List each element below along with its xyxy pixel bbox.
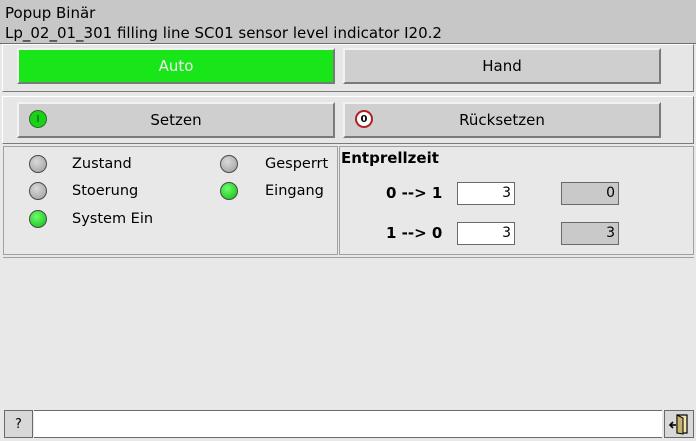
action-panel: I Setzen 0 Rücksetzen: [2, 96, 694, 144]
status-panel: Zustand Stoerung System Ein Gesperrt Ein…: [3, 146, 338, 255]
off-signal-icon: 0: [355, 110, 373, 128]
status-bar: [34, 410, 662, 438]
window-header: Popup Binär Lp_02_01_301 filling line SC…: [0, 0, 696, 44]
transition-label-fall: 1 --> 0: [386, 224, 443, 242]
status-label-gesperrt: Gesperrt: [265, 156, 329, 172]
debounce-rise-actual: 0: [561, 182, 619, 205]
status-led-zustand: [29, 155, 47, 173]
mode-panel: Auto Hand: [2, 44, 694, 92]
status-label-stoerung: Stoerung: [72, 183, 139, 199]
content-area: [3, 257, 694, 407]
status-label-system-ein: System Ein: [72, 211, 154, 227]
exit-button[interactable]: [664, 410, 694, 438]
set-button-label: Setzen: [150, 111, 202, 129]
on-signal-icon: I: [29, 110, 47, 128]
status-label-zustand: Zustand: [72, 156, 132, 172]
status-led-system-ein: [29, 210, 47, 228]
debounce-fall-actual: 3: [561, 222, 619, 245]
exit-door-icon: [668, 414, 688, 435]
window-title: Popup Binär: [5, 4, 96, 22]
debounce-title: Entprellzeit: [341, 149, 439, 167]
status-led-stoerung: [29, 182, 47, 200]
reset-button[interactable]: 0 Rücksetzen: [343, 102, 661, 138]
hand-button[interactable]: Hand: [343, 48, 661, 84]
status-label-eingang: Eingang: [265, 183, 324, 199]
auto-button[interactable]: Auto: [17, 48, 335, 84]
set-button[interactable]: I Setzen: [17, 102, 335, 138]
reset-button-label: Rücksetzen: [459, 111, 545, 129]
transition-label-rise: 0 --> 1: [386, 184, 443, 202]
debounce-panel: Entprellzeit 0 --> 1 3 0 1 --> 0 3 3: [339, 146, 694, 255]
window-subtitle: Lp_02_01_301 filling line SC01 sensor le…: [5, 24, 442, 42]
debounce-rise-input[interactable]: 3: [457, 182, 515, 205]
debounce-fall-input[interactable]: 3: [457, 222, 515, 245]
status-led-eingang: [220, 182, 238, 200]
help-button[interactable]: ?: [4, 410, 33, 438]
status-led-gesperrt: [220, 155, 238, 173]
